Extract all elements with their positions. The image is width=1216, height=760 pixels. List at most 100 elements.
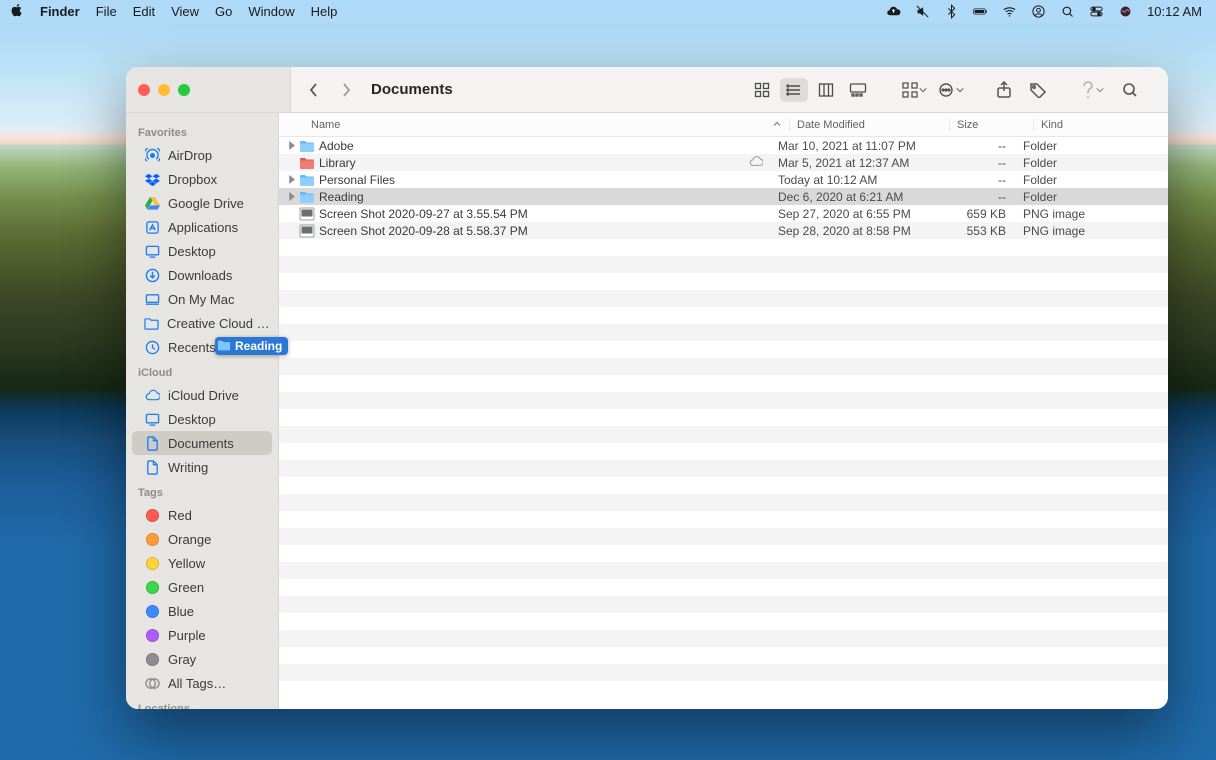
list-view-button[interactable]: [780, 78, 808, 102]
sidebar-fav-dropbox[interactable]: Dropbox: [132, 167, 272, 191]
tag-dot-icon: [144, 555, 160, 571]
apple-menu[interactable]: [10, 3, 24, 20]
empty-row: [279, 256, 1168, 273]
view-switcher: [748, 78, 872, 102]
cloud-sync-icon[interactable]: [886, 4, 901, 19]
folder-red-icon: [299, 155, 315, 171]
column-size[interactable]: Size: [949, 119, 1033, 131]
recents-icon: [144, 339, 160, 355]
menubar-clock[interactable]: 10:12 AM: [1147, 4, 1202, 19]
file-row[interactable]: Screen Shot 2020-09-28 at 5.58.37 PMSep …: [279, 222, 1168, 239]
file-size: 553 KB: [930, 224, 1016, 238]
sidebar-icloud-writing[interactable]: Writing: [132, 455, 272, 479]
file-row[interactable]: ReadingDec 6, 2020 at 6:21 AM--Folder: [279, 188, 1168, 205]
action-menu-button[interactable]: [936, 78, 964, 102]
disclosure-triangle-icon[interactable]: [285, 190, 297, 204]
share-button[interactable]: [990, 78, 1018, 102]
forward-button[interactable]: [335, 79, 357, 101]
window-title: Documents: [371, 81, 453, 98]
sidebar-all-tags[interactable]: All Tags…: [132, 671, 272, 695]
sidebar-fav-applications[interactable]: Applications: [132, 215, 272, 239]
sidebar-item-label: Recents: [168, 340, 216, 355]
help-button[interactable]: [1078, 78, 1106, 102]
sidebar-tag-red[interactable]: Red: [132, 503, 272, 527]
file-row[interactable]: LibraryMar 5, 2021 at 12:37 AM--Folder: [279, 154, 1168, 171]
menu-go[interactable]: Go: [215, 4, 232, 19]
sidebar-item-label: Green: [168, 580, 204, 595]
battery-icon[interactable]: [973, 4, 988, 19]
icon-view-button[interactable]: [748, 78, 776, 102]
close-button[interactable]: [138, 84, 150, 96]
menu-window[interactable]: Window: [248, 4, 294, 19]
sidebar-tag-purple[interactable]: Purple: [132, 623, 272, 647]
sidebar-item-label: Desktop: [168, 412, 216, 427]
minimize-button[interactable]: [158, 84, 170, 96]
empty-row: [279, 341, 1168, 358]
sidebar-tag-orange[interactable]: Orange: [132, 527, 272, 551]
spotlight-icon[interactable]: [1060, 4, 1075, 19]
tags-button[interactable]: [1024, 78, 1052, 102]
control-center-icon[interactable]: [1089, 4, 1104, 19]
sidebar-item-label: Red: [168, 508, 192, 523]
wifi-icon[interactable]: [1002, 4, 1017, 19]
volume-muted-icon[interactable]: [915, 4, 930, 19]
drag-label: Reading: [235, 339, 282, 353]
sidebar: Favorites AirDropDropboxGoogle DriveAppl…: [126, 113, 279, 709]
desktop-wallpaper: Finder File Edit View Go Window Help 10:…: [0, 0, 1216, 760]
menu-app-name[interactable]: Finder: [40, 4, 80, 19]
sidebar-fav-airdrop[interactable]: AirDrop: [132, 143, 272, 167]
file-list-pane: Name Date Modified Size Kind AdobeMar 10…: [279, 113, 1168, 709]
sidebar-icloud-documents[interactable]: Documents: [132, 431, 272, 455]
file-row[interactable]: Personal FilesToday at 10:12 AM--Folder: [279, 171, 1168, 188]
sidebar-fav-google-drive[interactable]: Google Drive: [132, 191, 272, 215]
empty-row: [279, 358, 1168, 375]
sidebar-fav-creative-cloud-files[interactable]: Creative Cloud Files: [132, 311, 272, 335]
sidebar-icloud-icloud-drive[interactable]: iCloud Drive: [132, 383, 272, 407]
empty-row: [279, 443, 1168, 460]
column-name[interactable]: Name: [311, 119, 789, 131]
sidebar-fav-downloads[interactable]: Downloads: [132, 263, 272, 287]
menu-help[interactable]: Help: [311, 4, 338, 19]
file-row[interactable]: Screen Shot 2020-09-27 at 3.55.54 PMSep …: [279, 205, 1168, 222]
sidebar-tag-yellow[interactable]: Yellow: [132, 551, 272, 575]
tag-dot-icon: [144, 603, 160, 619]
menu-view[interactable]: View: [171, 4, 199, 19]
sidebar-item-label: Gray: [168, 652, 196, 667]
sidebar-item-label: Downloads: [168, 268, 232, 283]
sidebar-tag-blue[interactable]: Blue: [132, 599, 272, 623]
bluetooth-icon[interactable]: [944, 4, 959, 19]
disclosure-triangle-icon[interactable]: [285, 173, 297, 187]
empty-row: [279, 307, 1168, 324]
siri-icon[interactable]: [1118, 4, 1133, 19]
menu-file[interactable]: File: [96, 4, 117, 19]
empty-row: [279, 545, 1168, 562]
back-button[interactable]: [303, 79, 325, 101]
disclosure-triangle-icon[interactable]: [285, 139, 297, 153]
tag-dot-icon: [144, 507, 160, 523]
sidebar-item-label: Creative Cloud Files: [167, 316, 272, 331]
menu-edit[interactable]: Edit: [133, 4, 155, 19]
group-by-button[interactable]: [900, 78, 928, 102]
user-icon[interactable]: [1031, 4, 1046, 19]
fullscreen-button[interactable]: [178, 84, 190, 96]
sidebar-tag-green[interactable]: Green: [132, 575, 272, 599]
desktop-icon: [144, 411, 160, 427]
sidebar-icloud-desktop[interactable]: Desktop: [132, 407, 272, 431]
gallery-view-button[interactable]: [844, 78, 872, 102]
file-kind: Folder: [1016, 156, 1168, 170]
file-kind: PNG image: [1016, 207, 1168, 221]
empty-row: [279, 375, 1168, 392]
empty-row: [279, 324, 1168, 341]
dropbox-icon: [144, 171, 160, 187]
sidebar-tag-gray[interactable]: Gray: [132, 647, 272, 671]
search-button[interactable]: [1116, 78, 1144, 102]
sidebar-fav-on-my-mac[interactable]: On My Mac: [132, 287, 272, 311]
column-kind[interactable]: Kind: [1033, 119, 1168, 131]
column-view-button[interactable]: [812, 78, 840, 102]
sidebar-item-label: Blue: [168, 604, 194, 619]
file-row[interactable]: AdobeMar 10, 2021 at 11:07 PM--Folder: [279, 137, 1168, 154]
file-kind: PNG image: [1016, 224, 1168, 238]
column-date[interactable]: Date Modified: [789, 119, 949, 131]
all-tags-icon: [144, 675, 160, 691]
sidebar-fav-desktop[interactable]: Desktop: [132, 239, 272, 263]
